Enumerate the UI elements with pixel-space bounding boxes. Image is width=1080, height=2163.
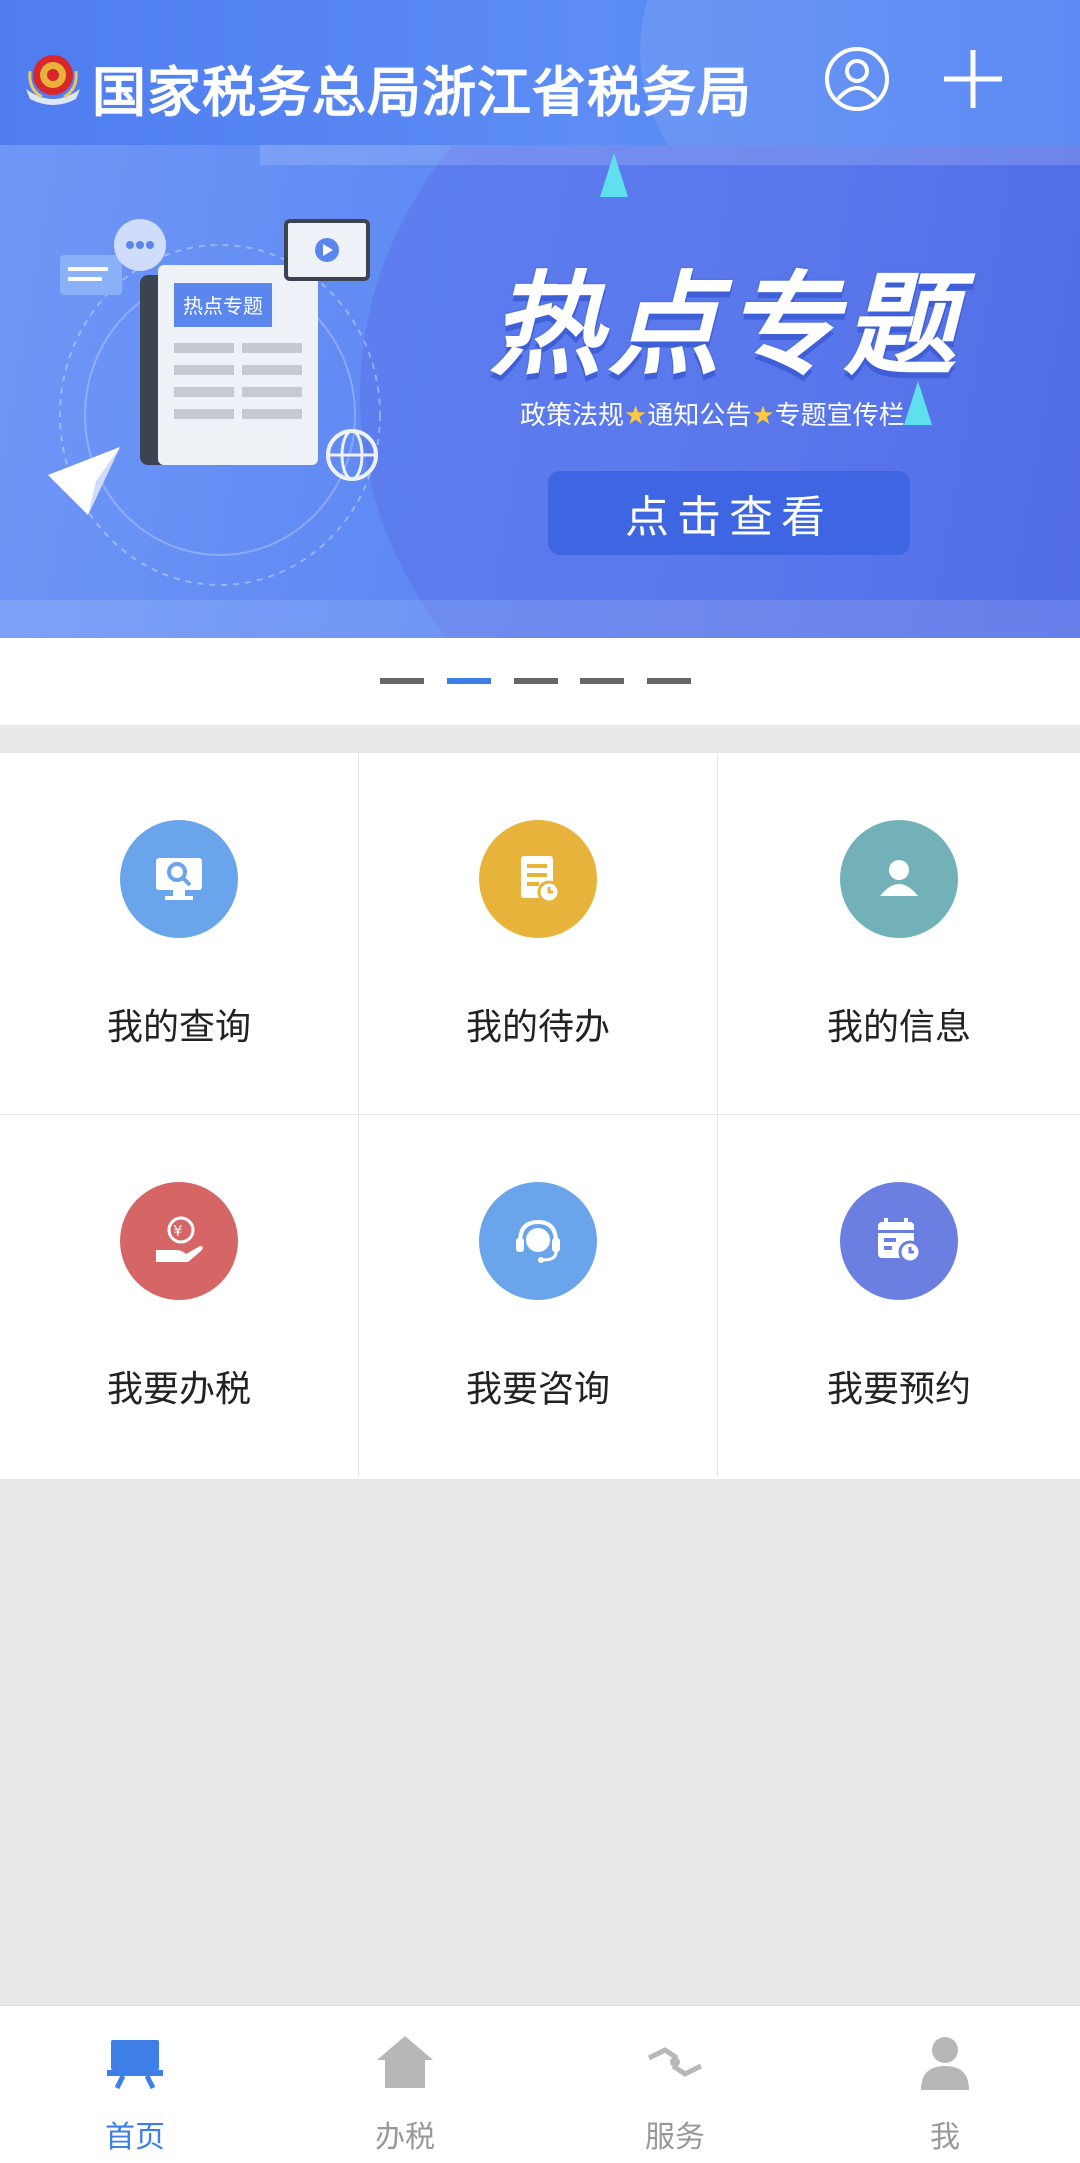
subtitle-part: 政策法规 <box>520 401 625 431</box>
monitor-search-icon <box>120 820 238 938</box>
tab-label: 首页 <box>105 2120 165 2155</box>
function-grid: 我的查询 我的待办 我的信息 ¥ 我要办税 我要咨询 我要预约 <box>0 753 1080 1479</box>
tab-label: 我 <box>930 2120 960 2155</box>
banner-title: 热点专题 <box>490 261 962 391</box>
handshake-icon <box>647 2047 703 2077</box>
bottom-tab-bar: 首页 办税 服务 我 <box>0 2005 1080 2163</box>
banner-stripe <box>0 600 1080 638</box>
grid-item-my-info[interactable]: 我的信息 <box>718 753 1080 1115</box>
banner-stripe <box>260 145 1080 165</box>
grid-item-do-tax[interactable]: ¥ 我要办税 <box>0 1115 359 1477</box>
app-title: 国家税务总局浙江省税务局 <box>92 61 752 124</box>
tab-me[interactable]: 我 <box>810 2006 1080 2163</box>
page-dot[interactable] <box>580 678 624 684</box>
page-dot[interactable] <box>380 678 424 684</box>
app-header: 国家税务总局浙江省税务局 <box>0 0 1080 145</box>
grid-item-appointment[interactable]: 我要预约 <box>718 1115 1080 1477</box>
star-icon: ★ <box>751 401 775 431</box>
tab-label: 服务 <box>645 2120 705 2155</box>
tab-service[interactable]: 服务 <box>540 2006 810 2163</box>
person-icon <box>921 2037 969 2090</box>
tab-label: 办税 <box>375 2120 435 2155</box>
hand-tax-icon: ¥ <box>120 1182 238 1300</box>
newspaper-illustration-icon: 热点专题 <box>48 219 381 586</box>
tax-emblem-icon <box>26 55 80 105</box>
grid-item-label: 我的待办 <box>465 1007 610 1048</box>
tab-tax[interactable]: 办税 <box>270 2006 540 2163</box>
star-icon: ★ <box>624 401 648 431</box>
grid-item-label: 我要办税 <box>106 1369 251 1410</box>
grid-item-label: 我要咨询 <box>465 1369 610 1410</box>
grid-item-my-todo[interactable]: 我的待办 <box>359 753 718 1115</box>
grid-item-label: 我的信息 <box>826 1007 971 1048</box>
page-dot[interactable] <box>647 678 691 684</box>
calendar-clock-icon <box>840 1182 958 1300</box>
document-clock-icon <box>479 820 597 938</box>
subtitle-part: 专题宣传栏 <box>774 401 905 431</box>
subtitle-part: 通知公告 <box>647 401 752 431</box>
headset-icon <box>479 1182 597 1300</box>
grid-item-label: 我要预约 <box>826 1369 971 1410</box>
page-dot[interactable] <box>514 678 558 684</box>
art-label: 热点专题 <box>183 294 263 318</box>
svg-text:¥: ¥ <box>173 1222 183 1240</box>
user-circle-icon[interactable] <box>822 44 892 114</box>
view-button[interactable]: 点击查看 <box>548 471 910 555</box>
house-icon <box>377 2036 433 2088</box>
page-dot-active[interactable] <box>447 678 491 684</box>
person-icon <box>840 820 958 938</box>
hot-topics-banner[interactable]: 热点专题 热点专题 政策法规★通知公告★专题宣传栏 点击查看 <box>0 145 1080 638</box>
grid-item-label: 我的查询 <box>106 1007 251 1048</box>
banner-pagination <box>0 638 1080 725</box>
grid-item-consult[interactable]: 我要咨询 <box>359 1115 718 1477</box>
banner-subtitle: 政策法规★通知公告★专题宣传栏 <box>520 395 905 432</box>
tab-home[interactable]: 首页 <box>0 2006 270 2163</box>
plus-icon[interactable] <box>938 44 1008 114</box>
home-board-icon <box>107 2040 163 2090</box>
decor-triangle <box>600 153 628 197</box>
grid-item-my-query[interactable]: 我的查询 <box>0 753 359 1115</box>
